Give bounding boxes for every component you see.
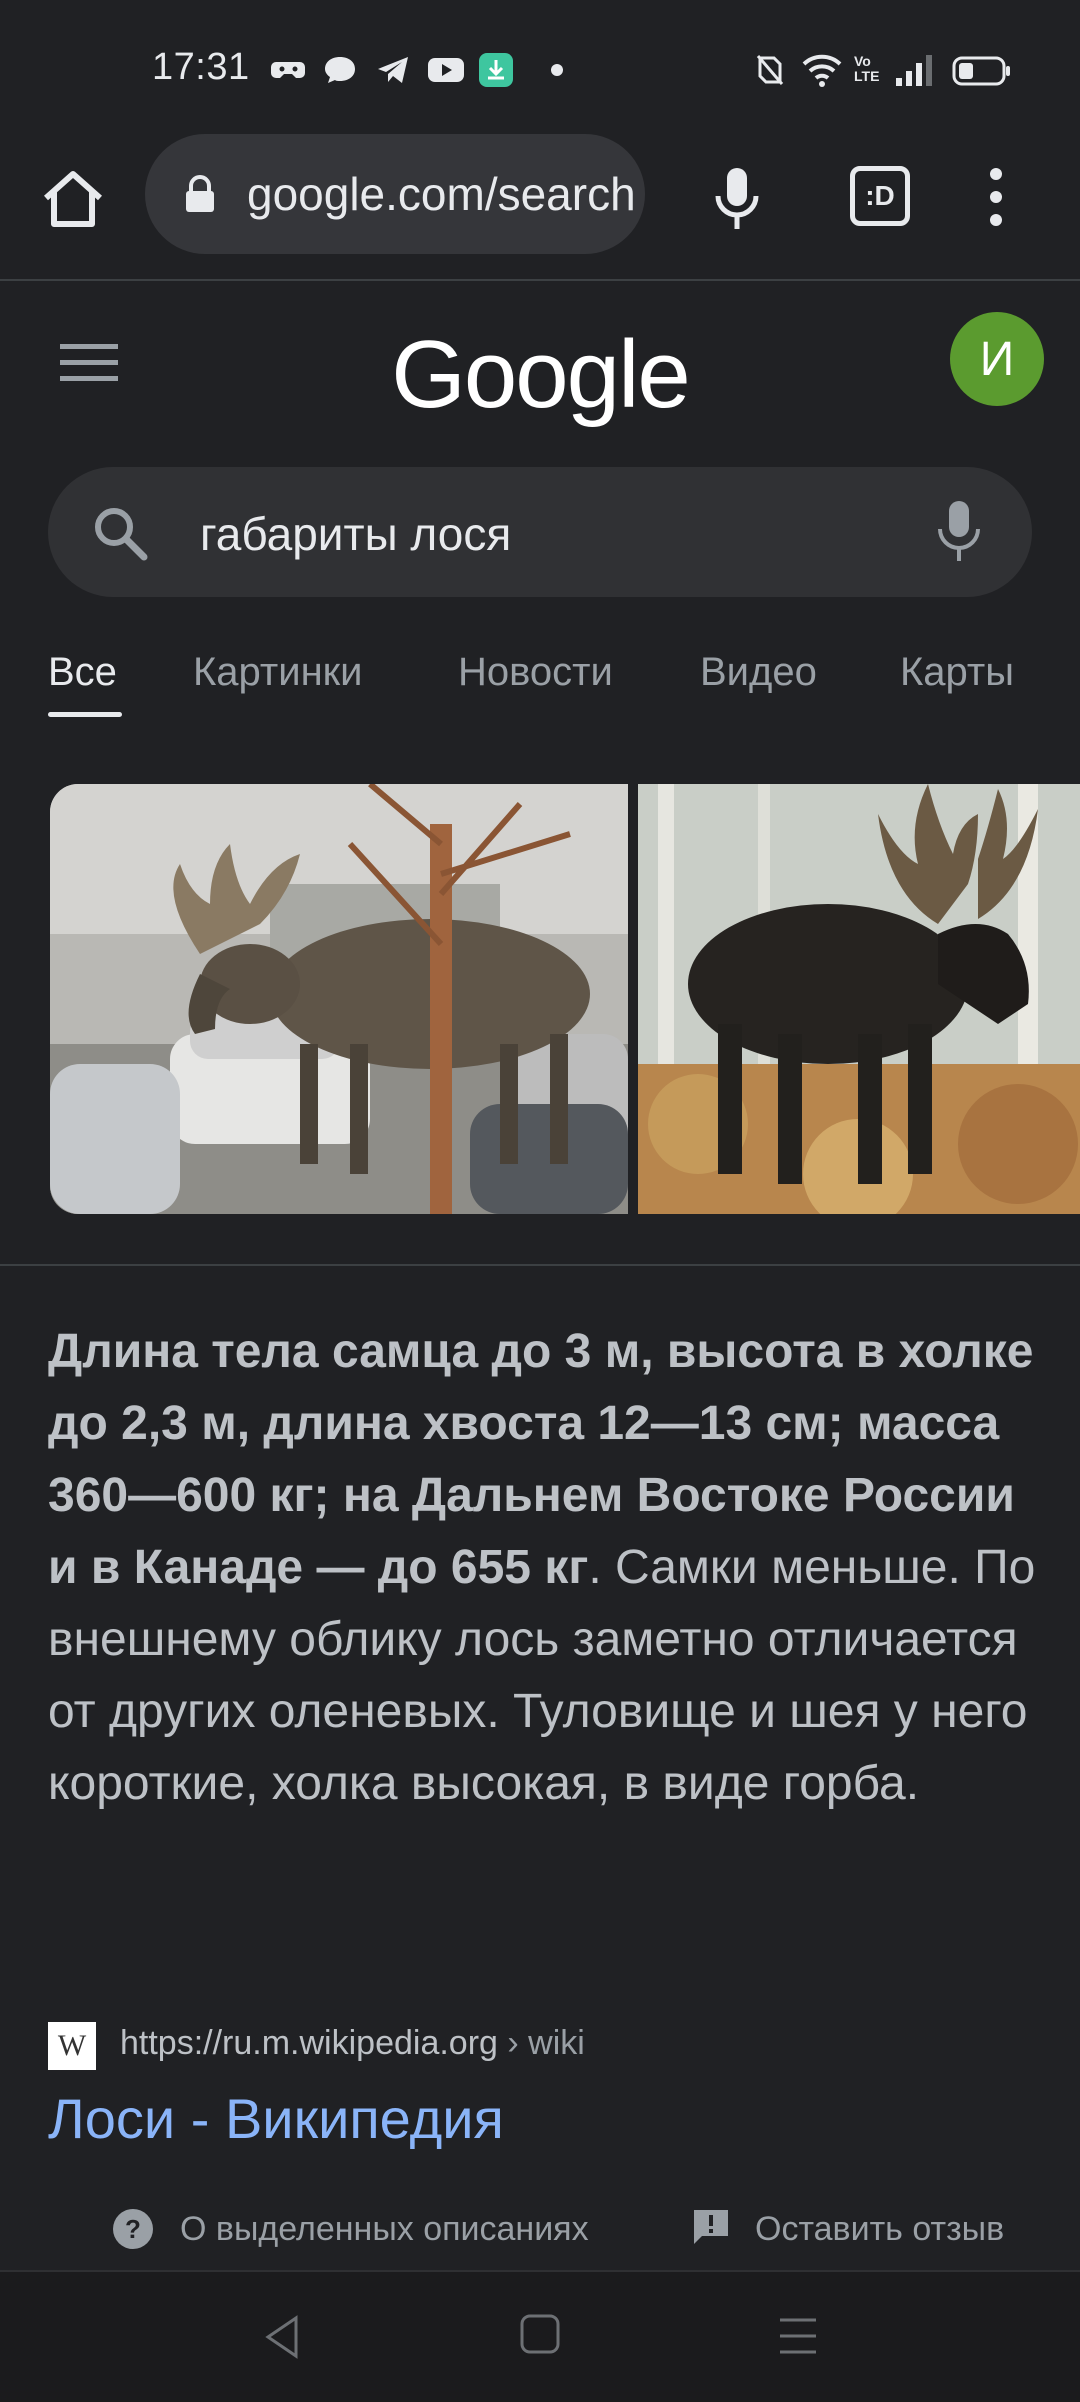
signal-icon xyxy=(896,55,932,86)
feedback-row: ? О выделенных описаниях Оставить отзыв xyxy=(0,2200,1080,2260)
svg-text:?: ? xyxy=(125,2214,141,2244)
url-bar[interactable]: google.com/search xyxy=(145,134,645,254)
voice-search-icon[interactable] xyxy=(936,499,982,563)
wifi-icon xyxy=(802,54,842,87)
google-header: Google И xyxy=(0,280,1080,440)
recent-apps-icon[interactable] xyxy=(778,2314,818,2358)
system-navigation-bar xyxy=(0,2270,1080,2402)
home-icon[interactable] xyxy=(38,164,108,234)
more-options-icon[interactable] xyxy=(985,162,1007,232)
help-icon[interactable]: ? xyxy=(112,2208,154,2250)
result-source[interactable]: W https://ru.m.wikipedia.org › wiki xyxy=(48,2020,1038,2070)
url-text: google.com/search xyxy=(247,168,636,220)
tab-switcher-button[interactable]: :D xyxy=(850,166,910,226)
leave-feedback-link[interactable]: Оставить отзыв xyxy=(755,2210,1004,2249)
nfc-icon xyxy=(756,55,784,85)
featured-snippet: Длина тела самца до 3 м, высота в холке … xyxy=(48,1316,1038,1820)
moose-parking-image[interactable] xyxy=(50,784,628,1214)
active-tab-indicator xyxy=(48,712,122,717)
search-box[interactable]: габариты лося xyxy=(48,467,1032,597)
search-icon[interactable] xyxy=(92,505,148,561)
about-snippets-link[interactable]: О выделенных описаниях xyxy=(180,2210,589,2249)
back-icon[interactable] xyxy=(258,2312,308,2362)
google-logo[interactable]: Google xyxy=(0,320,1080,430)
download-icon xyxy=(479,53,513,87)
search-tabs: Все Картинки Новости Видео Карты xyxy=(0,640,1080,720)
home-nav-icon[interactable] xyxy=(518,2312,562,2356)
chat-bubble-icon xyxy=(325,57,355,83)
browser-toolbar: google.com/search :D xyxy=(0,134,1080,281)
volte-icon: Vo LTE xyxy=(854,53,880,84)
youtube-icon xyxy=(428,58,464,82)
result-breadcrumb: › wiki xyxy=(497,2024,585,2062)
feedback-icon[interactable] xyxy=(690,2206,732,2248)
tab-video[interactable]: Видео xyxy=(700,650,817,695)
divider xyxy=(0,1264,1080,1266)
tab-news[interactable]: Новости xyxy=(458,650,613,695)
status-bar: 17:31 Vo LTE xyxy=(0,0,1080,134)
search-input[interactable]: габариты лося xyxy=(200,507,511,561)
result-title-link[interactable]: Лоси - Википедия xyxy=(48,2086,504,2151)
moose-forest-image[interactable] xyxy=(638,784,1080,1214)
status-time: 17:31 xyxy=(152,46,250,88)
avatar[interactable]: И xyxy=(950,312,1044,406)
microphone-icon[interactable] xyxy=(712,164,762,234)
telegram-icon xyxy=(378,57,408,83)
tab-maps[interactable]: Карты xyxy=(900,650,1014,695)
battery-icon xyxy=(952,56,1010,86)
game-icon xyxy=(271,62,305,78)
tab-images[interactable]: Картинки xyxy=(193,650,363,695)
tab-all[interactable]: Все xyxy=(48,650,117,695)
dot-icon xyxy=(551,64,563,76)
result-url: https://ru.m.wikipedia.org › wiki xyxy=(120,2024,585,2063)
result-domain: https://ru.m.wikipedia.org xyxy=(120,2024,498,2062)
image-carousel xyxy=(0,782,1080,1218)
lock-icon xyxy=(186,175,214,212)
wikipedia-favicon-icon: W xyxy=(48,2022,96,2070)
